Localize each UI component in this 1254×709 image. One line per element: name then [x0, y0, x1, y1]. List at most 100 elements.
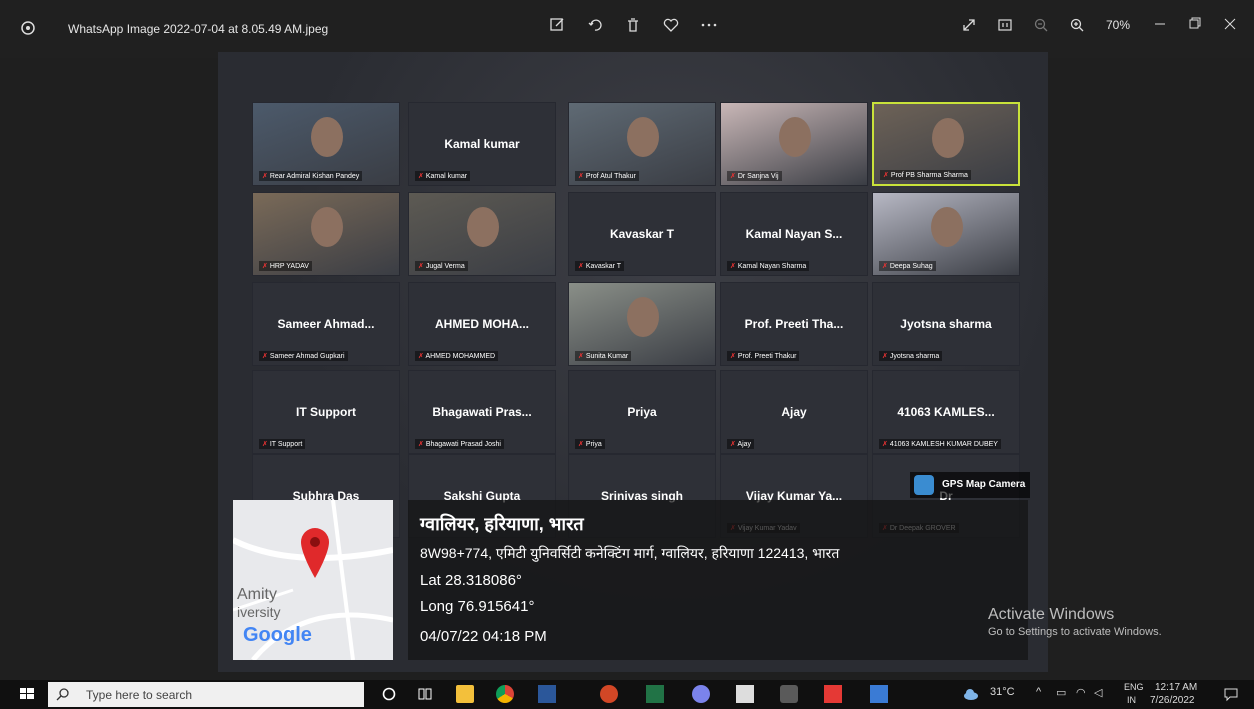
participant-label: Jugal Verma — [415, 261, 468, 271]
map-thumbnail: Amity iversity Google — [233, 500, 393, 660]
participant-tile: IT Support IT Support — [252, 370, 400, 454]
latitude: Lat 28.318086° — [420, 572, 522, 589]
participant-label: Prof PB Sharma Sharma — [880, 170, 971, 180]
participant-tile: Prof Atul Thakur — [568, 102, 716, 186]
participant-label: IT Support — [259, 439, 306, 449]
timestamp: 04/07/22 04:18 PM — [420, 628, 547, 645]
participant-face — [467, 207, 499, 247]
participant-label: Prof. Preeti Thakur — [727, 351, 800, 361]
participant-tile: Priya Priya — [568, 370, 716, 454]
chrome-icon[interactable] — [496, 685, 514, 703]
participant-face — [311, 117, 343, 157]
favorite-heart-icon[interactable] — [662, 16, 680, 34]
activate-title: Activate Windows — [988, 606, 1115, 623]
windows-start-icon[interactable] — [18, 685, 36, 703]
map-label-2: iversity — [237, 604, 281, 620]
location-address: 8W98+774, एमिटी युनिवर्सिटी कनेक्टिंग मा… — [420, 545, 840, 561]
participant-tile: Jugal Verma — [408, 192, 556, 276]
participant-label: Kamal kumar — [415, 171, 471, 181]
longitude: Long 76.915641° — [420, 598, 535, 615]
actual-size-icon[interactable] — [996, 16, 1014, 34]
excel-icon[interactable] — [646, 685, 664, 703]
tray-chevron-up-icon[interactable]: ^ — [1036, 686, 1041, 698]
participant-tile: AHMED MOHA... AHMED MOHAMMED — [408, 282, 556, 366]
participant-tile: HRP YADAV — [252, 192, 400, 276]
participant-face — [931, 207, 963, 247]
minimize-icon[interactable] — [1148, 14, 1172, 34]
paint-icon[interactable] — [692, 685, 710, 703]
clock-time[interactable]: 12:17 AM — [1155, 682, 1197, 693]
expand-icon[interactable] — [960, 16, 978, 34]
participant-tile: Ajay Ajay — [720, 370, 868, 454]
participant-label: Bhagawati Prasad Joshi — [415, 439, 504, 449]
anydesk-icon[interactable] — [824, 685, 842, 703]
taskbar-search-box[interactable]: Type here to search — [48, 682, 364, 707]
participant-name: Ajay — [781, 405, 807, 419]
gps-badge-label: GPS Map Camera — [942, 479, 1026, 490]
participant-label: HRP YADAV — [259, 261, 312, 271]
participant-tile: Kavaskar T Kavaskar T — [568, 192, 716, 276]
participant-tile: Prof PB Sharma Sharma — [872, 102, 1020, 186]
gps-camera-badge: GPS Map Camera — [910, 472, 1030, 498]
map-label-1: Amity — [237, 586, 277, 603]
participant-name: Kavaskar T — [609, 227, 675, 241]
restore-icon[interactable] — [1182, 14, 1206, 34]
google-logo: Google — [243, 624, 312, 646]
participant-face — [779, 117, 811, 157]
edit-icon[interactable] — [548, 16, 566, 34]
participant-tile: Deepa Suhag — [872, 192, 1020, 276]
cortana-icon[interactable] — [380, 685, 398, 703]
zoom-level: 70% — [1106, 18, 1131, 32]
participant-name: Kamal Nayan S... — [745, 227, 843, 241]
participant-name: AHMED MOHA... — [435, 317, 529, 331]
participant-label: Prof Atul Thakur — [575, 171, 639, 181]
photos-taskbar-icon[interactable] — [870, 685, 888, 703]
battery-icon[interactable]: ▭ — [1056, 686, 1066, 699]
more-options-icon[interactable] — [700, 16, 718, 34]
participant-tile: Prof. Preeti Tha... Prof. Preeti Thakur — [720, 282, 868, 366]
participant-label: Kavaskar T — [575, 261, 625, 271]
excel-viewer-icon[interactable] — [736, 685, 754, 703]
participant-name: Prof. Preeti Tha... — [744, 317, 844, 331]
camera-icon[interactable] — [780, 685, 798, 703]
zoom-out-icon[interactable] — [1032, 16, 1050, 34]
participant-tile: Bhagawati Pras... Bhagawati Prasad Joshi — [408, 370, 556, 454]
participant-face — [311, 207, 343, 247]
participant-label: Jyotsna sharma — [879, 351, 943, 361]
participant-label: Ajay — [727, 439, 755, 449]
lang-in[interactable]: IN — [1127, 695, 1136, 705]
view-controls: 70% — [960, 16, 1130, 34]
clock-date[interactable]: 7/26/2022 — [1150, 695, 1195, 706]
word-icon[interactable] — [538, 685, 556, 703]
participant-label: 41063 KAMLESH KUMAR DUBEY — [879, 439, 1001, 449]
activate-subtitle: Go to Settings to activate Windows. — [988, 626, 1162, 638]
delete-icon[interactable] — [624, 16, 642, 34]
gps-info-box: ग्वालियर, हरियाणा, भारत 8W98+774, एमिटी … — [408, 500, 1028, 660]
volume-icon[interactable]: ◁ — [1094, 686, 1102, 699]
window-title: WhatsApp Image 2022-07-04 at 8.05.49 AM.… — [68, 22, 329, 36]
zoom-in-icon[interactable] — [1068, 16, 1086, 34]
participant-face — [627, 117, 659, 157]
weather-temp[interactable]: 31°C — [990, 686, 1015, 698]
powerpoint-icon[interactable] — [600, 685, 618, 703]
file-explorer-icon[interactable] — [456, 685, 474, 703]
participant-face — [627, 297, 659, 337]
wifi-icon[interactable]: ◠ — [1076, 686, 1086, 699]
participant-name: IT Support — [296, 405, 356, 419]
participant-label: Sunita Kumar — [575, 351, 632, 361]
activate-windows-watermark: Activate Windows Go to Settings to activ… — [988, 606, 1162, 638]
rotate-icon[interactable] — [586, 16, 604, 34]
task-view-icon[interactable] — [416, 685, 434, 703]
weather-cloud-icon[interactable] — [962, 685, 980, 703]
participant-label: Dr Sanjna Vij — [727, 171, 782, 181]
close-icon[interactable] — [1218, 14, 1242, 34]
participant-name: Jyotsna sharma — [900, 317, 992, 331]
notification-icon[interactable] — [1222, 685, 1240, 703]
lang-eng[interactable]: ENG — [1124, 682, 1144, 692]
image-toolbar — [548, 16, 718, 34]
participant-tile: Jyotsna sharma Jyotsna sharma — [872, 282, 1020, 366]
participant-label: Kamal Nayan Sharma — [727, 261, 810, 271]
participant-label: AHMED MOHAMMED — [415, 351, 499, 361]
participant-tile: Kamal kumar Kamal kumar — [408, 102, 556, 186]
participant-face — [932, 118, 964, 158]
